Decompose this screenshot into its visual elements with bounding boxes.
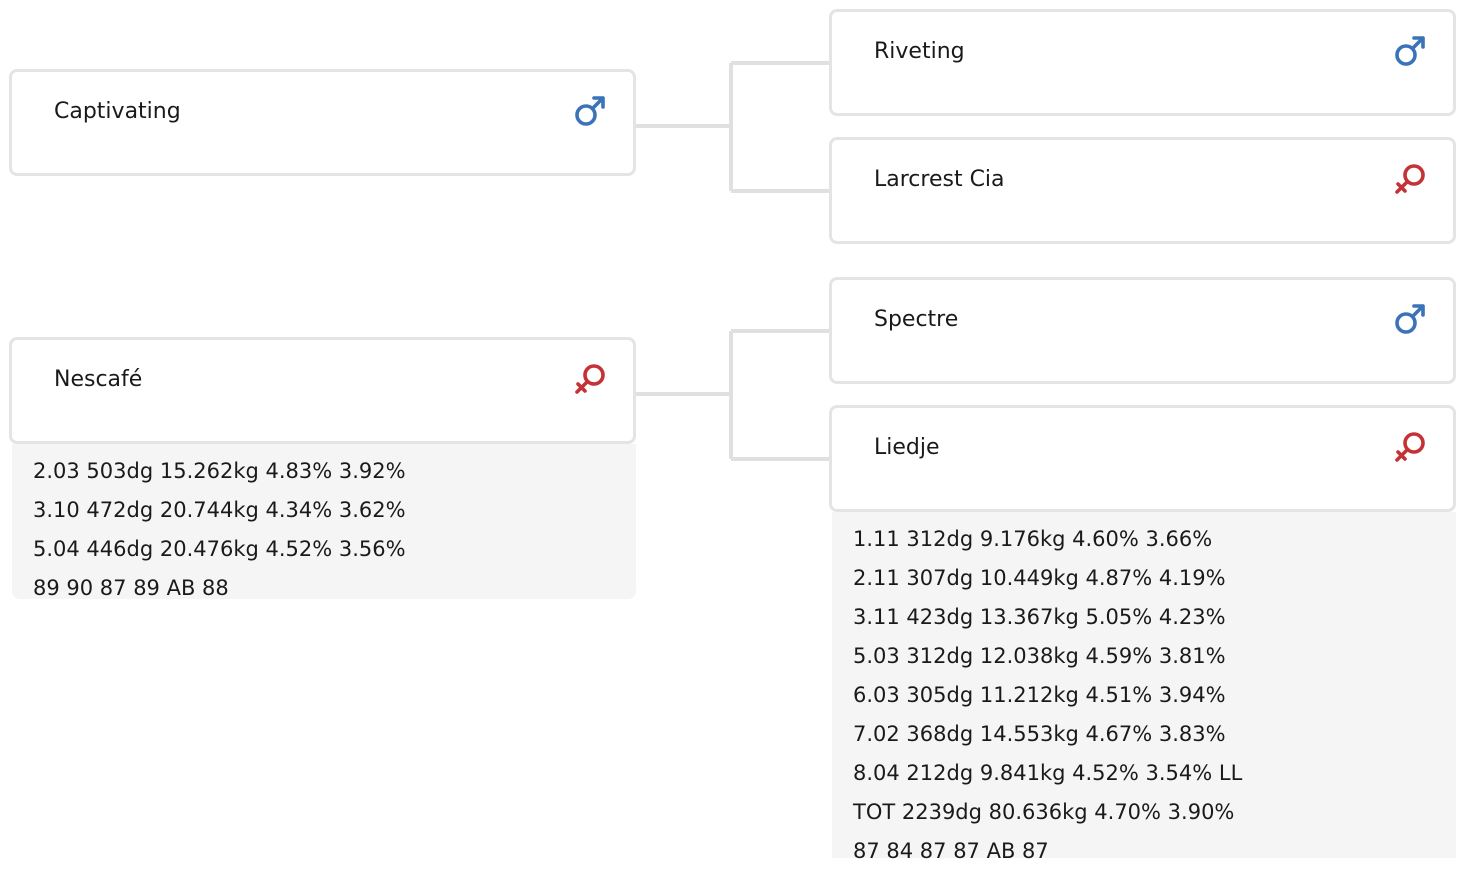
connector-captivating-parents	[636, 61, 829, 193]
male-symbol-icon	[1395, 304, 1425, 334]
animal-card-nescafe[interactable]: Nescafé	[9, 337, 636, 444]
lactation-record: 1.11 312dg 9.176kg 4.60% 3.66%	[853, 527, 1213, 551]
connector-nescafe-parents	[636, 329, 829, 461]
lactation-record: 6.03 305dg 11.212kg 4.51% 3.94%	[853, 683, 1226, 707]
lactation-record: 8.04 212dg 9.841kg 4.52% 3.54% LL	[853, 761, 1243, 785]
female-symbol-icon	[1395, 164, 1425, 194]
male-symbol-icon	[575, 96, 605, 126]
female-symbol-icon	[1395, 432, 1425, 462]
lactation-record: 2.11 307dg 10.449kg 4.87% 4.19%	[853, 566, 1226, 590]
animal-name: Captivating	[54, 99, 181, 124]
animal-name: Liedje	[874, 435, 940, 460]
lactation-records-liedje: 1.11 312dg 9.176kg 4.60% 3.66% 2.11 307d…	[832, 512, 1456, 863]
animal-card-liedje[interactable]: Liedje	[829, 405, 1456, 512]
lactation-records-nescafe: 2.03 503dg 15.262kg 4.83% 3.92% 3.10 472…	[12, 444, 636, 600]
animal-name: Riveting	[874, 39, 965, 64]
male-symbol-icon	[1395, 36, 1425, 66]
lactation-record: 5.04 446dg 20.476kg 4.52% 3.56%	[33, 537, 406, 561]
animal-name: Spectre	[874, 307, 959, 332]
animal-name: Nescafé	[54, 367, 143, 392]
classification-scores: 87 84 87 87 AB 87	[853, 839, 1049, 863]
animal-card-larcrest-cia[interactable]: Larcrest Cia	[829, 137, 1456, 244]
lactation-record: 3.10 472dg 20.744kg 4.34% 3.62%	[33, 498, 406, 522]
lactation-record: 5.03 312dg 12.038kg 4.59% 3.81%	[853, 644, 1226, 668]
lactation-total: TOT 2239dg 80.636kg 4.70% 3.90%	[853, 800, 1235, 824]
female-symbol-icon	[575, 364, 605, 394]
animal-card-spectre[interactable]: Spectre	[829, 277, 1456, 384]
lactation-record: 2.03 503dg 15.262kg 4.83% 3.92%	[33, 459, 406, 483]
lactation-record: 3.11 423dg 13.367kg 5.05% 4.23%	[853, 605, 1226, 629]
lactation-record: 7.02 368dg 14.553kg 4.67% 3.83%	[853, 722, 1226, 746]
animal-name: Larcrest Cia	[874, 167, 1005, 192]
animal-card-captivating[interactable]: Captivating	[9, 69, 636, 176]
animal-card-riveting[interactable]: Riveting	[829, 9, 1456, 116]
classification-scores: 89 90 87 89 AB 88	[33, 576, 229, 600]
